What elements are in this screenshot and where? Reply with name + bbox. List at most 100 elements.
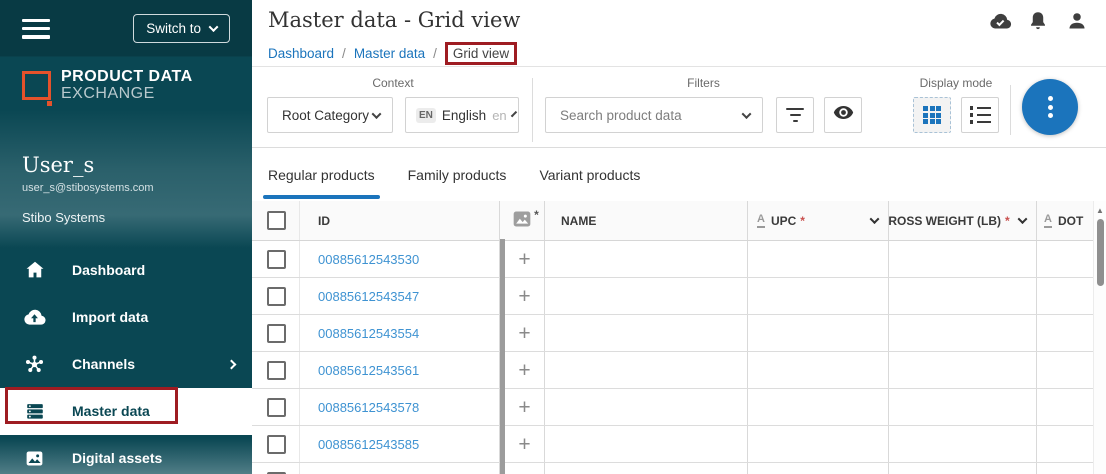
gross-weight-cell[interactable]	[889, 315, 1037, 351]
table-row-partial	[252, 463, 1106, 474]
chevron-down-icon	[742, 109, 752, 119]
sidebar: Switch to PRODUCT DATA EXCHANGE User_s u…	[0, 0, 252, 474]
upc-cell[interactable]	[748, 315, 889, 351]
table-row: 00885612543554 +	[252, 315, 1106, 352]
sidebar-item-master-data[interactable]: Master data	[0, 388, 252, 435]
scroll-up-icon[interactable]: ▲	[1094, 201, 1106, 215]
notifications-bell-icon[interactable]	[1027, 10, 1049, 32]
row-checkbox[interactable]	[267, 398, 286, 417]
context-label: Context	[372, 76, 413, 90]
gross-weight-cell[interactable]	[889, 389, 1037, 425]
column-header-id[interactable]: ID	[300, 201, 500, 240]
gross-weight-cell[interactable]	[889, 278, 1037, 314]
required-marker: *	[1005, 214, 1010, 228]
sidebar-item-channels[interactable]: Channels	[0, 341, 252, 388]
add-image-icon[interactable]: +	[518, 323, 530, 344]
table-row: 00885612543530 +	[252, 241, 1106, 278]
breadcrumb-master-data[interactable]: Master data	[354, 46, 425, 61]
add-image-icon[interactable]: +	[518, 286, 530, 307]
grid-header-row: ID * NAME A UPC * GROSS WEIGHT (LB)	[252, 201, 1106, 241]
language-select[interactable]: EN English en	[405, 97, 519, 133]
scrollbar-thumb[interactable]	[1097, 219, 1104, 286]
sidebar-item-digital-assets[interactable]: Digital assets	[0, 435, 252, 474]
column-header-upc[interactable]: A UPC *	[748, 201, 889, 240]
column-menu-chevron-icon[interactable]	[1018, 214, 1028, 224]
upc-cell[interactable]	[748, 426, 889, 462]
category-select[interactable]: Root Category	[267, 97, 393, 133]
product-id-link[interactable]: 00885612543530	[318, 252, 419, 267]
tab-regular-products[interactable]: Regular products	[267, 150, 376, 200]
sidebar-item-import-data[interactable]: Import data	[0, 294, 252, 341]
list-view-button[interactable]	[961, 97, 999, 133]
row-checkbox[interactable]	[267, 361, 286, 380]
gross-weight-cell[interactable]	[889, 241, 1037, 277]
upc-cell[interactable]	[748, 389, 889, 425]
required-marker: *	[534, 208, 539, 222]
add-image-icon[interactable]: +	[518, 360, 530, 381]
product-id-link[interactable]: 00885612543585	[318, 437, 419, 452]
product-search-input[interactable]: Search product data	[545, 97, 763, 133]
user-account-icon[interactable]	[1066, 10, 1088, 32]
sidebar-item-label: Channels	[72, 356, 135, 372]
tab-variant-products[interactable]: Variant products	[538, 150, 641, 200]
breadcrumb-separator: /	[433, 46, 437, 61]
row-checkbox[interactable]	[267, 435, 286, 454]
name-cell[interactable]	[545, 389, 748, 425]
name-cell[interactable]	[545, 278, 748, 314]
product-id-link[interactable]: 00885612543547	[318, 289, 419, 304]
upc-cell[interactable]	[748, 241, 889, 277]
breadcrumb-dashboard[interactable]: Dashboard	[268, 46, 334, 61]
home-icon	[23, 259, 46, 282]
preview-button[interactable]	[824, 97, 862, 133]
display-mode-label: Display mode	[920, 76, 993, 90]
sidebar-item-label: Import data	[72, 309, 148, 325]
filter-icon	[786, 108, 804, 123]
add-image-icon[interactable]: +	[518, 434, 530, 455]
display-mode-group: Display mode	[913, 76, 999, 133]
cloud-sync-icon[interactable]	[988, 10, 1010, 32]
column-menu-chevron-icon[interactable]	[870, 214, 880, 224]
column-header-name[interactable]: NAME	[545, 201, 748, 240]
product-id-link[interactable]: 00885612543561	[318, 363, 419, 378]
gross-weight-cell[interactable]	[889, 352, 1037, 388]
gross-weight-cell[interactable]	[889, 426, 1037, 462]
select-all-checkbox[interactable]	[267, 211, 286, 230]
column-label: UPC	[771, 214, 796, 228]
tab-family-products[interactable]: Family products	[407, 150, 508, 200]
image-icon	[512, 209, 532, 232]
row-checkbox[interactable]	[267, 250, 286, 269]
category-select-value: Root Category	[282, 108, 369, 123]
product-tabs: Regular products Family products Variant…	[252, 148, 1106, 201]
row-checkbox[interactable]	[267, 287, 286, 306]
name-cell[interactable]	[545, 426, 748, 462]
add-image-icon[interactable]: +	[518, 249, 530, 270]
eye-icon	[832, 101, 855, 129]
sidebar-item-dashboard[interactable]: Dashboard	[0, 247, 252, 294]
toolbar-divider	[532, 78, 533, 142]
grid-body: 00885612543530 + 00885612543547 +	[252, 241, 1106, 463]
product-id-link[interactable]: 00885612543554	[318, 326, 419, 341]
name-cell[interactable]	[545, 315, 748, 351]
frozen-column-divider[interactable]	[500, 239, 505, 474]
upc-cell[interactable]	[748, 278, 889, 314]
switch-to-button[interactable]: Switch to	[133, 14, 230, 43]
add-image-icon[interactable]: +	[518, 397, 530, 418]
hamburger-menu-icon[interactable]	[22, 19, 50, 39]
user-email: user_s@stibosystems.com	[22, 182, 230, 194]
name-cell[interactable]	[545, 352, 748, 388]
row-checkbox[interactable]	[267, 324, 286, 343]
upc-cell[interactable]	[748, 352, 889, 388]
grid-view-button[interactable]	[913, 97, 951, 133]
grid-scrollbar: ▲	[1093, 201, 1106, 474]
user-name: User_s	[22, 153, 230, 177]
toolbar: Context Root Category EN English en	[252, 67, 1106, 148]
more-actions-button[interactable]	[1022, 79, 1078, 135]
sidebar-nav: Dashboard Import data Channels	[0, 247, 252, 474]
column-header-image[interactable]: *	[505, 201, 545, 240]
sidebar-item-label: Master data	[72, 403, 150, 419]
app-window: Switch to PRODUCT DATA EXCHANGE User_s u…	[0, 0, 1106, 474]
name-cell[interactable]	[545, 241, 748, 277]
product-id-link[interactable]: 00885612543578	[318, 400, 419, 415]
column-header-gross-weight[interactable]: GROSS WEIGHT (LB) *	[889, 201, 1037, 240]
filter-button[interactable]	[776, 97, 814, 133]
